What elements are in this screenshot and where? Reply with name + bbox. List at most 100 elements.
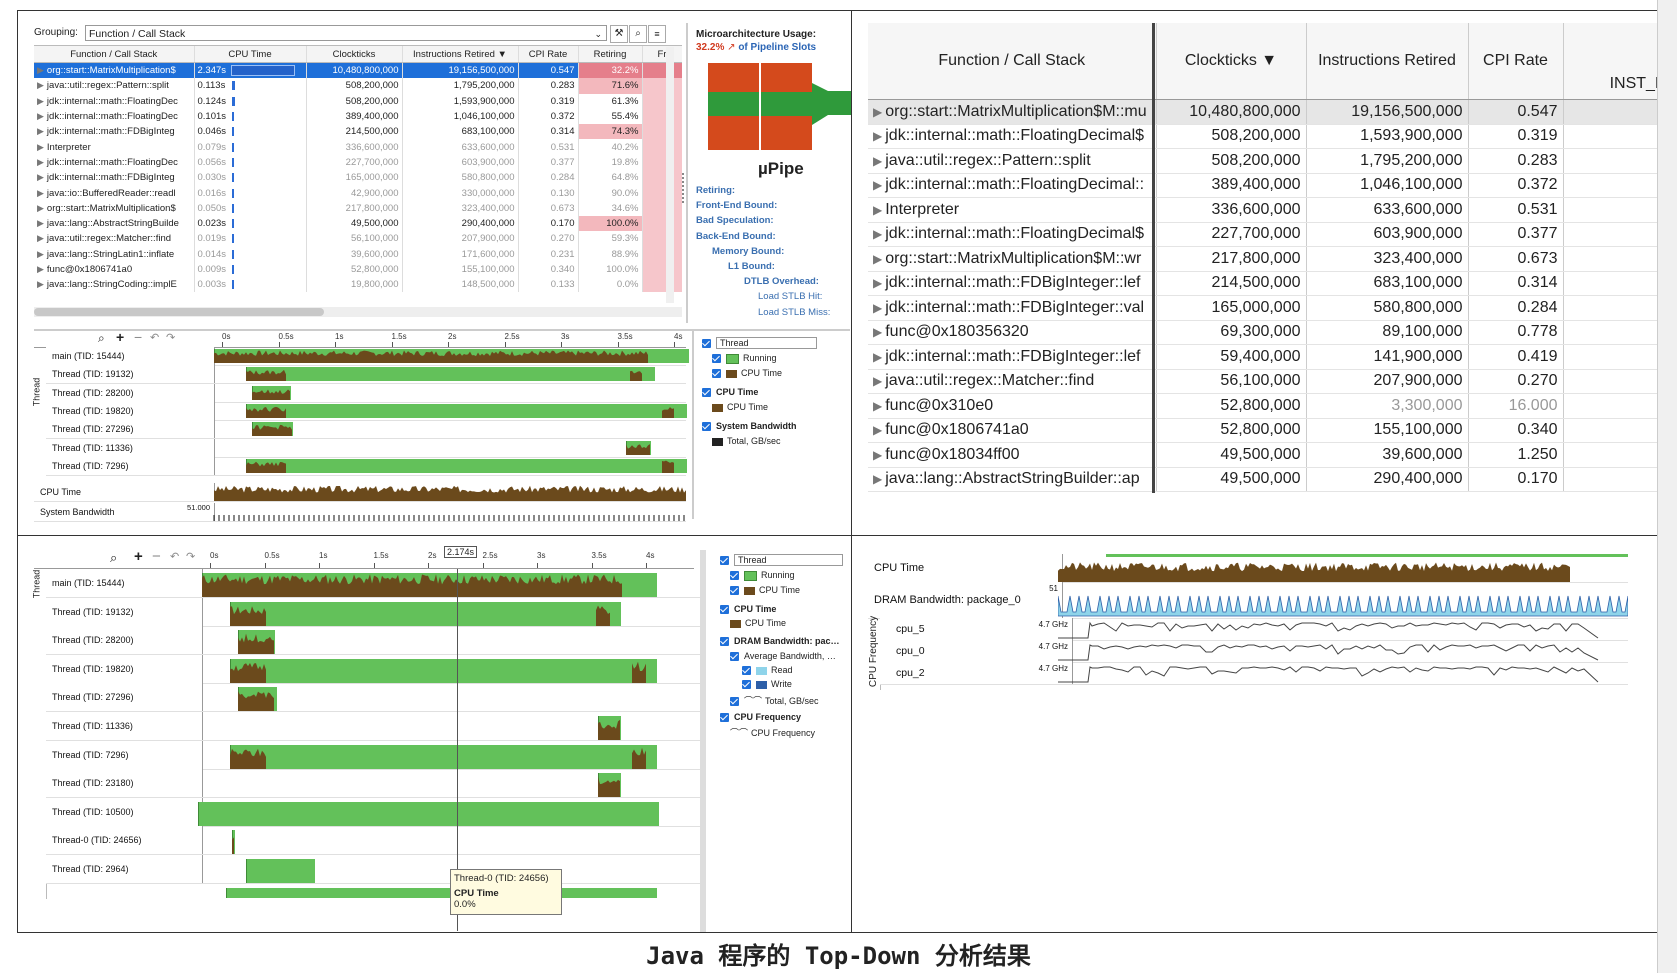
column-header[interactable]: Instructions Retired <box>1306 23 1469 100</box>
table-row[interactable]: ▶ func@0x310e0 52,800,000 3,300,000 16.000 <box>868 393 1677 419</box>
expand-icon[interactable]: ▶ <box>873 301 882 315</box>
table-row[interactable]: ▶ func@0x1806741a0 0.009s 52,800,000 155,100… <box>34 261 682 278</box>
expand-icon[interactable]: ▶ <box>873 423 882 437</box>
micro-metric[interactable]: Load STLB Miss: <box>758 307 830 318</box>
table-row[interactable]: ▶ java::io::BufferedReader::readl 0.016s 42… <box>34 185 682 201</box>
thread-checkbox[interactable] <box>702 339 711 349</box>
expand-icon[interactable]: ▶ <box>37 172 44 182</box>
expand-icon[interactable]: ▶ <box>37 65 44 75</box>
micro-metric[interactable]: DTLB Overhead: <box>744 276 819 287</box>
thread-lane[interactable]: Thread (TID: 7296) <box>46 740 702 770</box>
expand-icon[interactable]: ▶ <box>37 188 44 198</box>
total-checkbox[interactable] <box>730 697 739 707</box>
micro-metric[interactable]: L1 Bound: <box>728 261 775 272</box>
expand-icon[interactable]: ▶ <box>37 249 44 259</box>
expand-icon[interactable]: ▶ <box>873 252 882 266</box>
thread-lane[interactable]: Thread (TID: 27296) <box>46 683 702 713</box>
thread-lane[interactable]: Thread (TID: 19132) <box>46 365 686 385</box>
thread-lane[interactable]: Thread (TID: 2964) <box>46 855 702 884</box>
table-row[interactable]: ▶ java::util::regex::Pattern::split 0.113s… <box>34 78 682 94</box>
expand-icon[interactable]: ▶ <box>37 203 44 213</box>
expand-icon[interactable]: ▶ <box>873 374 882 388</box>
dram-group-checkbox[interactable] <box>720 637 729 647</box>
table-row[interactable]: ▶ java::lang::AbstractStringBuilde 0.023s 4… <box>34 215 682 232</box>
expand-icon[interactable]: ▶ <box>873 154 882 168</box>
grid-vscrollbar[interactable] <box>666 47 674 303</box>
freq-group-checkbox[interactable] <box>720 713 729 723</box>
expand-icon[interactable]: ▶ <box>37 218 44 228</box>
cpu-time-checkbox[interactable] <box>712 369 721 379</box>
expand-icon[interactable]: ▶ <box>873 227 882 241</box>
expand-icon[interactable]: ▶ <box>37 233 44 243</box>
column-header[interactable]: CPU Time <box>194 46 307 63</box>
zoom-out-icon[interactable]: − <box>152 548 161 565</box>
grid-scrollbar[interactable] <box>34 307 682 317</box>
thread-lane[interactable]: main (TID: 15444) <box>46 347 689 366</box>
search-icon[interactable]: ⌕ <box>629 25 647 43</box>
cpu-group-checkbox[interactable] <box>702 388 711 398</box>
column-header[interactable]: CPI Rate <box>518 46 579 63</box>
column-header[interactable]: CPI Rate <box>1468 23 1564 100</box>
thread-lane[interactable]: Thread (TID: 19820) <box>46 401 687 421</box>
cpu-freq-lane[interactable]: cpu_0 4.7 GHz <box>880 640 1628 663</box>
table-row[interactable]: ▶ jdk::internal::math::FDBigInteger::lef 2… <box>868 271 1677 296</box>
cpu-group-checkbox[interactable] <box>720 605 729 615</box>
thread-lane[interactable]: Thread-0 (TID: 24656) <box>46 826 702 856</box>
column-header[interactable]: Retiring <box>578 46 643 63</box>
micro-metric[interactable]: Load STLB Hit: <box>758 291 822 302</box>
thread-lane[interactable]: Thread (TID: 19820) <box>46 654 702 684</box>
expand-icon[interactable]: ▶ <box>873 105 882 119</box>
thread-lane[interactable]: Thread (TID: 19132) <box>46 597 702 627</box>
expand-icon[interactable]: ▶ <box>37 157 44 167</box>
table-row[interactable]: ▶ func@0x18034ff00 49,500,000 39,600,000 1.2… <box>868 442 1677 468</box>
table-row[interactable]: ▶ java::util::regex::Pattern::split 508,20… <box>868 148 1677 174</box>
table-row[interactable]: ▶ jdk::internal::math::FDBigInteg 0.046s 21… <box>34 124 682 140</box>
expand-icon[interactable]: ▶ <box>873 203 882 217</box>
zoom-search-icon[interactable]: ⌕ <box>98 331 105 346</box>
thread-lane[interactable]: Thread (TID: 28200) <box>46 626 702 656</box>
cpu-time-checkbox[interactable] <box>730 586 739 596</box>
expand-icon[interactable]: ▶ <box>37 80 44 90</box>
running-checkbox[interactable] <box>712 354 721 364</box>
expand-icon[interactable]: ▶ <box>37 279 44 289</box>
micro-metric[interactable]: Front-End Bound: <box>696 200 777 211</box>
redo-zoom-icon[interactable]: ↷ <box>186 550 195 563</box>
table-row[interactable]: ▶ org::start::MatrixMultiplication$M::mu 1… <box>868 99 1677 125</box>
expand-icon[interactable]: ▶ <box>37 264 44 274</box>
table-row[interactable]: ▶ java::lang::AbstractStringBuilder::ap 49… <box>868 467 1677 492</box>
cpu-freq-lane[interactable]: cpu_2 4.7 GHz <box>880 662 1628 685</box>
undo-zoom-icon[interactable]: ↶ <box>150 331 159 344</box>
thread-lane[interactable]: Thread (TID: 11336) <box>46 712 702 741</box>
micro-metric[interactable]: Memory Bound: <box>712 246 784 257</box>
table-row[interactable]: ▶ jdk::internal::math::FloatingDecimal$ 50… <box>868 124 1677 149</box>
micro-metric[interactable]: Back-End Bound: <box>696 231 776 242</box>
column-header[interactable]: Function / Call Stack <box>34 46 195 63</box>
expand-icon[interactable]: ▶ <box>873 129 882 143</box>
settings-tool-icon[interactable]: ⚒ <box>610 25 628 43</box>
table-row[interactable]: ▶ jdk::internal::math::FloatingDec 0.056s 2… <box>34 154 682 171</box>
table-row[interactable]: ▶ org::start::MatrixMultiplication$ 2.347s… <box>34 62 682 79</box>
undo-zoom-icon[interactable]: ↶ <box>170 550 179 563</box>
column-header[interactable]: Instructions Retired ▼ <box>402 46 519 63</box>
thread-dropdown[interactable]: Thread <box>716 337 817 349</box>
expand-icon[interactable]: ▶ <box>37 142 44 152</box>
zoom-out-icon[interactable]: − <box>134 329 142 345</box>
expand-icon[interactable]: ▶ <box>37 126 44 136</box>
thread-lane[interactable]: Thread (TID: 23180) <box>46 769 702 799</box>
micro-metric[interactable]: Retiring: <box>696 185 735 196</box>
cpu-freq-lane[interactable]: cpu_5 4.7 GHz <box>880 618 1628 641</box>
thread-lane[interactable]: Thread (TID: 7296) <box>46 456 687 476</box>
expand-icon[interactable]: ▶ <box>873 350 882 364</box>
thread-lane[interactable]: main (TID: 15444) <box>46 569 702 598</box>
table-row[interactable]: ▶ jdk::internal::math::FloatingDecimal:: 3… <box>868 173 1677 198</box>
table-row[interactable]: ▶ jdk::internal::math::FloatingDecimal$ 22… <box>868 222 1677 247</box>
expand-icon[interactable]: ▶ <box>37 96 44 106</box>
table-row[interactable]: ▶ jdk::internal::math::FDBigInteger::val 1… <box>868 295 1677 321</box>
column-header[interactable]: Fr <box>642 46 682 63</box>
write-checkbox[interactable] <box>742 680 751 690</box>
table-row[interactable]: ▶Interpreter336,600,000633,600,0000.5316… <box>868 197 1677 223</box>
table-row[interactable]: ▶ org::start::MatrixMultiplication$M::wr 2… <box>868 246 1677 272</box>
table-row[interactable]: ▶ jdk::internal::math::FloatingDec 0.124s 5… <box>34 93 682 109</box>
expand-icon[interactable]: ▶ <box>873 399 882 413</box>
thread-lane[interactable]: Thread (TID: 10500) <box>46 797 702 827</box>
